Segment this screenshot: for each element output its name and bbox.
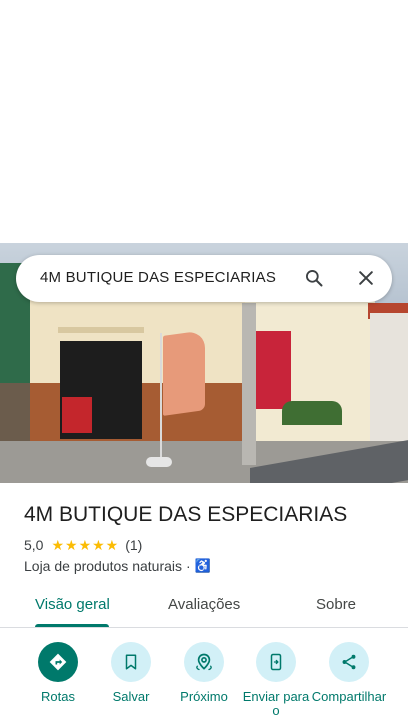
wheelchair-accessible-icon: ♿ — [194, 558, 211, 573]
separator-dot: · — [186, 558, 191, 574]
tab-overview[interactable]: Visão geral — [35, 596, 110, 613]
tab-about[interactable]: Sobre — [316, 596, 356, 613]
place-category: Loja de produtos naturais — [24, 558, 182, 574]
map-blank-area — [0, 0, 408, 243]
search-bar[interactable]: 4M BUTIQUE DAS ESPECIARIAS — [16, 255, 392, 302]
tab-reviews[interactable]: Avaliações — [168, 596, 240, 613]
directions-button[interactable]: Rotas — [20, 642, 96, 704]
send-to-phone-button[interactable]: Enviar para o — [238, 642, 314, 718]
share-icon — [329, 642, 369, 682]
directions-icon — [38, 642, 78, 682]
category-row: Loja de produtos naturais · ♿ — [24, 557, 211, 575]
active-tab-indicator — [35, 624, 109, 627]
search-input[interactable]: 4M BUTIQUE DAS ESPECIARIAS — [40, 269, 276, 286]
share-button[interactable]: Compartilhar — [311, 642, 387, 704]
place-title: 4M BUTIQUE DAS ESPECIARIAS — [24, 503, 348, 526]
rating-value: 5,0 — [24, 537, 44, 553]
send-to-phone-icon — [256, 642, 296, 682]
nearby-button[interactable]: Próximo — [166, 642, 242, 704]
directions-label: Rotas — [41, 689, 75, 704]
send-to-phone-label: Enviar para o — [242, 689, 310, 718]
review-count[interactable]: (1) — [125, 537, 142, 553]
close-icon[interactable] — [356, 268, 376, 288]
share-label: Compartilhar — [311, 689, 387, 704]
star-rating-icon: ★★★★★ — [51, 536, 120, 553]
save-button[interactable]: Salvar — [93, 642, 169, 704]
tab-bar: Visão geral Avaliações Sobre — [0, 586, 408, 628]
rating-row[interactable]: 5,0 ★★★★★ (1) — [24, 536, 142, 554]
nearby-icon — [184, 642, 224, 682]
search-icon[interactable] — [304, 268, 324, 288]
nearby-label: Próximo — [180, 689, 228, 704]
save-label: Salvar — [112, 689, 150, 704]
bookmark-icon — [111, 642, 151, 682]
